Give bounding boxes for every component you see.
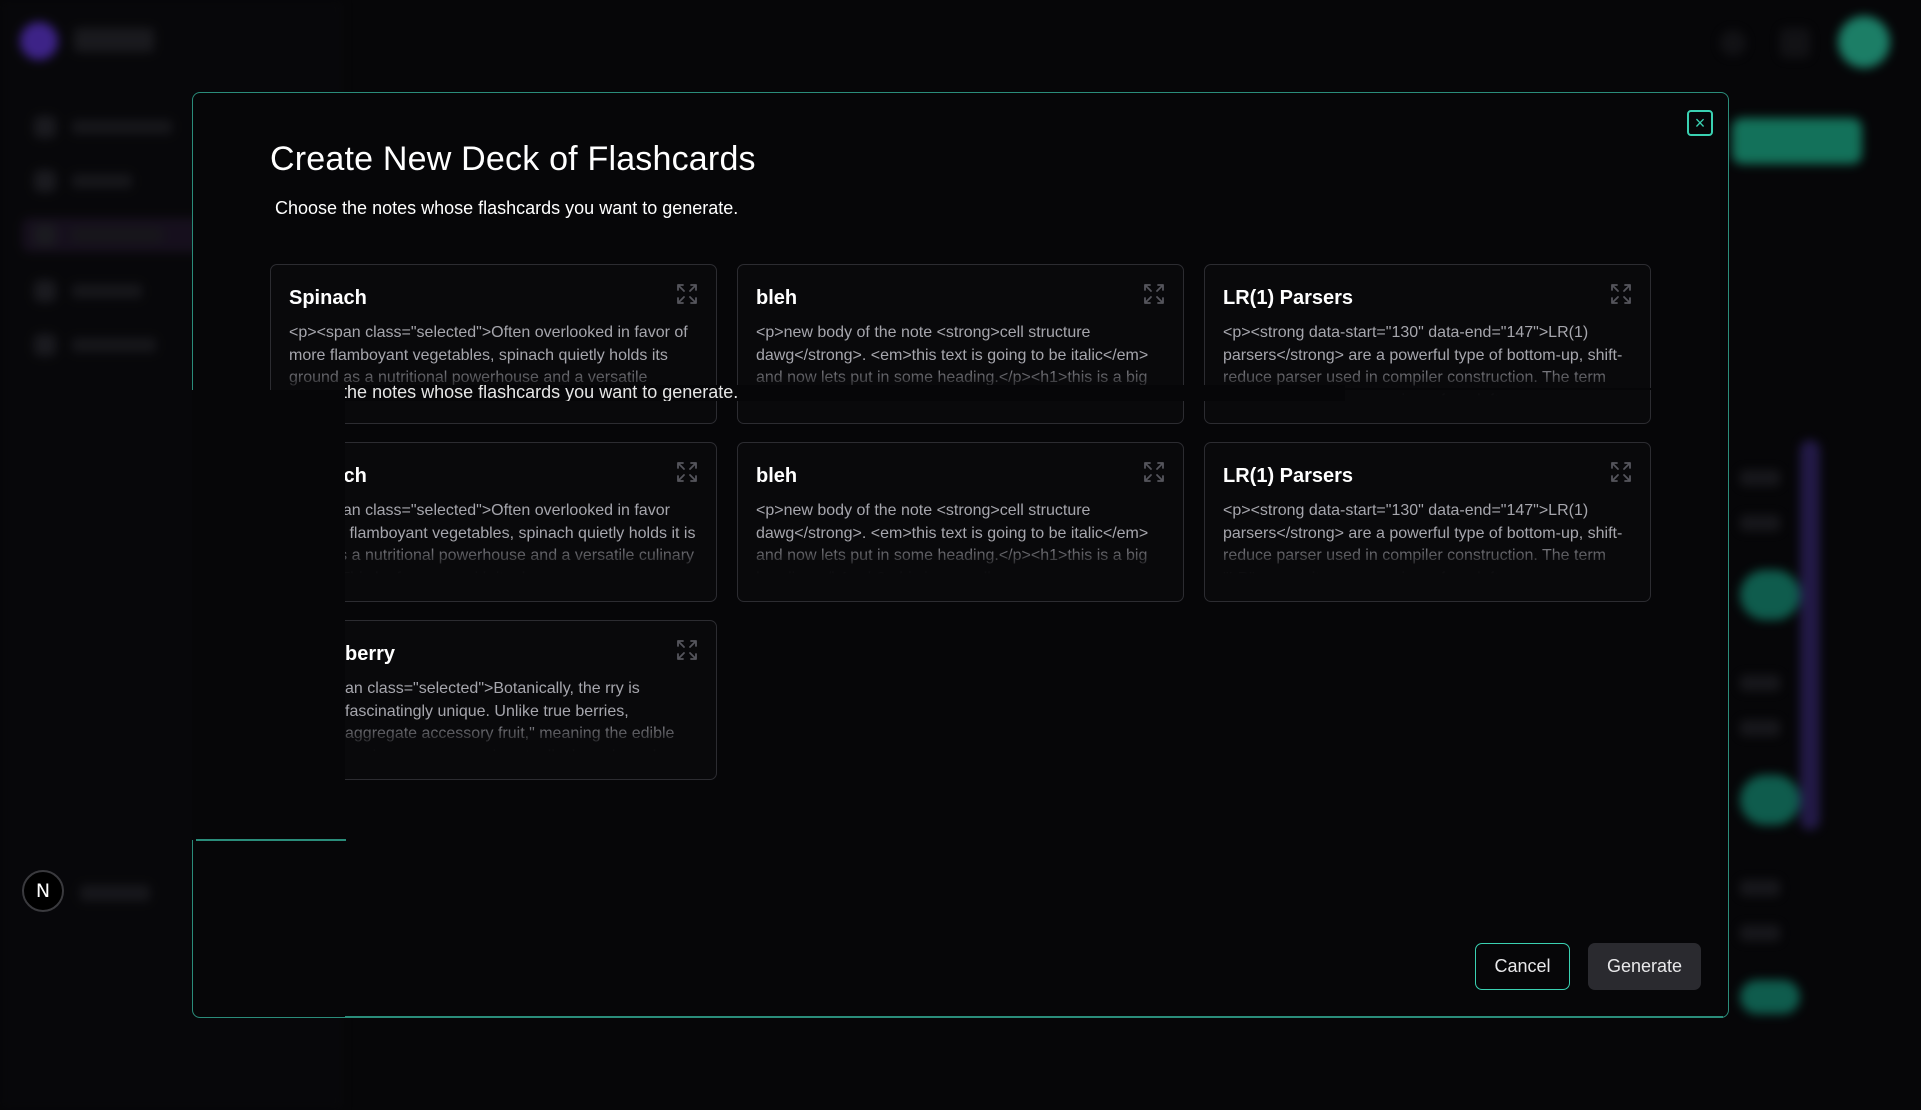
note-card-title: berry — [345, 643, 396, 665]
note-card-title: LR(1) Parsers — [1223, 465, 1354, 487]
note-card-title: bleh — [756, 287, 798, 309]
note-card-preview: <p>new body of the note <strong>cell str… — [756, 502, 1149, 574]
background-nav-item — [34, 116, 184, 138]
background-blob — [1740, 775, 1800, 825]
expand-arrows-icon[interactable] — [1610, 461, 1632, 483]
expand-arrows-icon[interactable] — [676, 283, 698, 305]
note-card-title: Strawch — [289, 465, 698, 488]
note-card[interactable]: bleh <p>new body of the note <strong>cel… — [737, 442, 1184, 602]
note-cards-grid: Spinach <p><span class="selected">Often … — [270, 264, 1652, 780]
note-card-title: bleh — [756, 465, 798, 487]
note-card-title: Spinach — [289, 287, 367, 309]
background-blob — [1740, 880, 1780, 896]
duplicated-subtitle: Choose the notes whose flashcards you wa… — [345, 385, 739, 401]
expand-arrows-icon[interactable] — [676, 461, 698, 483]
generate-button[interactable]: Generate — [1588, 943, 1701, 990]
background-blob — [1740, 515, 1780, 531]
background-logo — [20, 22, 58, 60]
expand-arrows-icon[interactable] — [676, 639, 698, 661]
close-icon: × — [1694, 113, 1706, 133]
render-artifact — [192, 390, 345, 840]
background-blob — [1740, 570, 1800, 620]
background-nav-item — [34, 224, 184, 246]
background-blob — [1740, 980, 1800, 1014]
note-card-preview: <p><strong data-start="130" data-end="14… — [1223, 502, 1623, 574]
background-icon — [1720, 30, 1746, 56]
background-scroll-strip — [1800, 440, 1820, 830]
note-card[interactable]: LR(1) Parsers <p><strong data-start="130… — [1204, 442, 1651, 602]
expand-arrows-icon[interactable] — [1143, 461, 1165, 483]
modal-subtitle: Choose the notes whose flashcards you wa… — [275, 198, 739, 218]
background-blob — [1740, 720, 1780, 736]
note-card-preview: an class="selected">Botanically, the rry… — [345, 680, 675, 752]
note-card-title: LR(1) Parsers — [1223, 287, 1354, 309]
note-card-preview: <p><span class="selected">Often overlook… — [289, 502, 696, 574]
modal-border-fragment — [196, 839, 346, 841]
background-avatar — [1838, 16, 1890, 68]
background-nav-item — [34, 170, 184, 192]
render-artifact-subtitle: Choose the notes whose flashcards you wa… — [345, 385, 1345, 401]
dev-tools-badge-label: N — [35, 880, 51, 902]
modal-title: Create New Deck of Flashcards — [270, 140, 756, 178]
expand-arrows-icon[interactable] — [1610, 283, 1632, 305]
background-blob — [1740, 470, 1780, 486]
background-icon — [1780, 28, 1810, 58]
background-app-name — [74, 28, 154, 52]
dev-tools-badge[interactable]: N — [22, 870, 64, 912]
cancel-button[interactable]: Cancel — [1475, 943, 1570, 990]
expand-arrows-icon[interactable] — [1143, 283, 1165, 305]
modal-border-fragment — [345, 1016, 1723, 1018]
background-nav-item — [34, 334, 184, 356]
background-button — [1732, 118, 1862, 164]
close-modal-button[interactable]: × — [1687, 110, 1713, 136]
background-blob — [1740, 675, 1780, 691]
background-blob — [80, 885, 150, 901]
background-nav-item — [34, 280, 184, 302]
background-blob — [1740, 925, 1780, 941]
